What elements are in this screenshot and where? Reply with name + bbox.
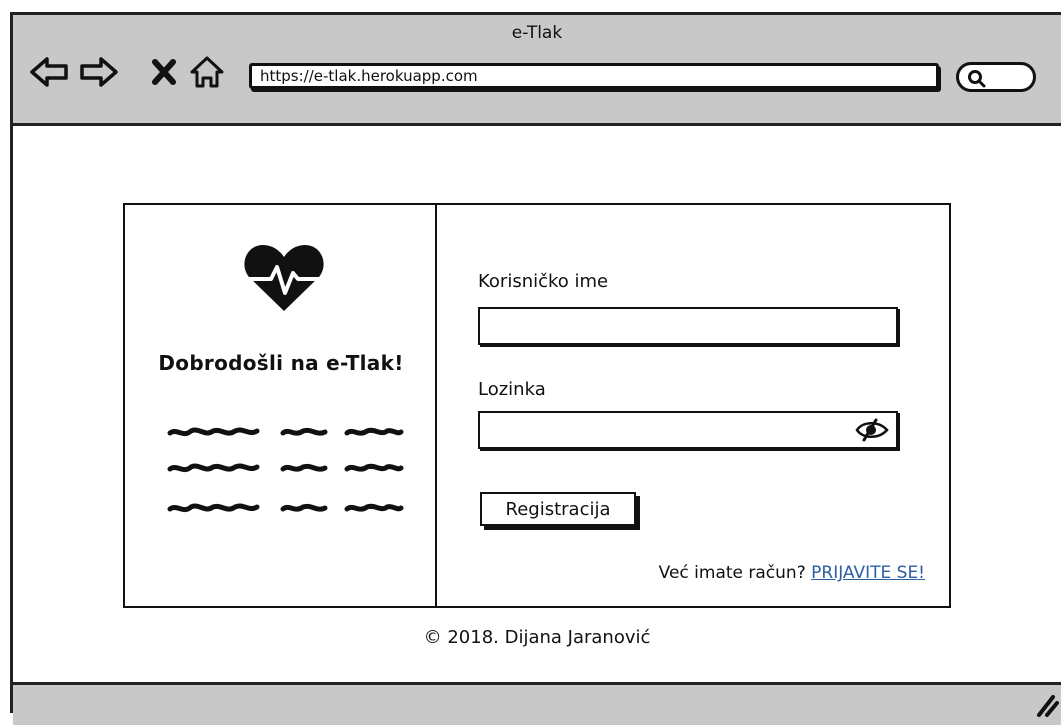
- password-field[interactable]: [478, 411, 898, 449]
- browser-status-bar: [13, 682, 1061, 725]
- welcome-heading: Dobrodošli na e-Tlak!: [158, 351, 404, 375]
- placeholder-text-line: [167, 463, 404, 473]
- browser-toolbar: e-Tlak https://e-tlak.herokuapp.com: [13, 15, 1061, 126]
- card-divider: [435, 205, 437, 606]
- url-bar[interactable]: https://e-tlak.herokuapp.com: [249, 63, 939, 89]
- login-link[interactable]: PRIJAVITE SE!: [811, 563, 925, 583]
- back-arrow-icon[interactable]: [29, 55, 69, 89]
- close-icon[interactable]: [149, 55, 179, 89]
- password-label: Lozinka: [478, 379, 546, 400]
- home-icon[interactable]: [189, 55, 225, 89]
- username-label: Korisničko ime: [478, 271, 609, 292]
- browser-window: e-Tlak https://e-tlak.herokuapp.com Dobr…: [10, 12, 1061, 725]
- username-field[interactable]: [478, 307, 898, 345]
- search-icon: [968, 70, 986, 88]
- window-title: e-Tlak: [511, 23, 563, 43]
- resize-grip-icon[interactable]: [1029, 693, 1059, 717]
- eye-hidden-icon[interactable]: [854, 418, 890, 442]
- placeholder-text-line: [167, 427, 404, 437]
- login-prompt-text: Već imate račun?: [658, 563, 806, 583]
- search-box[interactable]: [956, 62, 1036, 92]
- placeholder-text-line: [167, 503, 404, 513]
- copyright-text: © 2018. Dijana Jaranović: [423, 627, 651, 648]
- register-button[interactable]: Registracija: [480, 492, 636, 526]
- login-prompt-line: Već imate račun? PRIJAVITE SE!: [659, 563, 925, 583]
- heartbeat-icon: [244, 245, 324, 311]
- forward-arrow-icon[interactable]: [79, 55, 119, 89]
- registration-card: Dobrodošli na e-Tlak! Korisničko ime Loz…: [123, 203, 951, 608]
